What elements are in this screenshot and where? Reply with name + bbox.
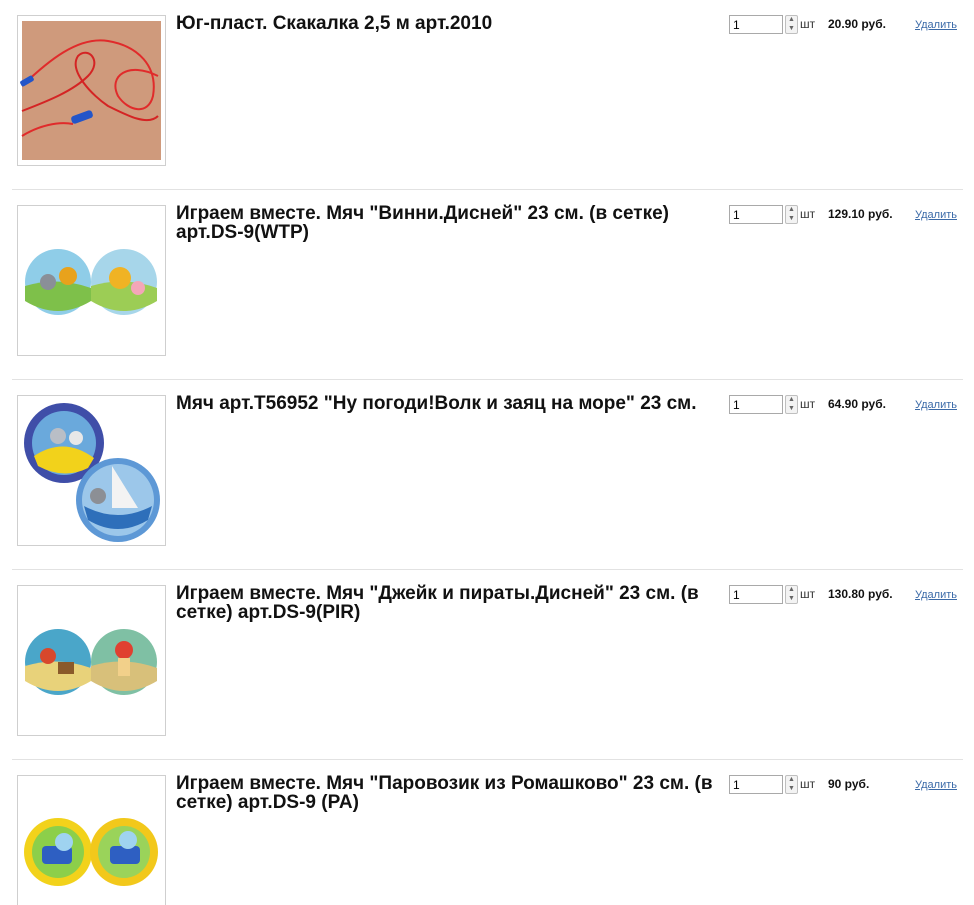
cart-item-row: Мяч арт.Т56952 "Ну погоди!Волк и заяц на… [12,380,963,570]
product-title[interactable]: Играем вместе. Мяч "Джейк и пираты.Дисне… [176,584,721,622]
quantity-input[interactable] [729,775,783,794]
product-image[interactable] [17,395,166,546]
quantity-input[interactable] [729,585,783,604]
unit-label: шт [800,777,816,791]
item-price: 64.90 руб. [828,397,886,411]
stepper-up-icon[interactable]: ▲ [786,776,797,784]
remove-link[interactable]: Удалить [915,589,957,601]
remove-link[interactable]: Удалить [915,399,957,411]
remove-link[interactable]: Удалить [915,209,957,221]
remove-link[interactable]: Удалить [915,19,957,31]
item-price: 20.90 руб. [828,17,886,31]
quantity-stepper[interactable]: ▲ ▼ [785,775,798,794]
stepper-down-icon[interactable]: ▼ [786,785,797,793]
product-image[interactable] [17,585,166,736]
unit-label: шт [800,397,816,411]
quantity-input[interactable] [729,205,783,224]
stepper-down-icon[interactable]: ▼ [786,595,797,603]
stepper-up-icon[interactable]: ▲ [786,586,797,594]
quantity-stepper[interactable]: ▲ ▼ [785,395,798,414]
unit-label: шт [800,207,816,221]
cart-item-row: Юг-пласт. Скакалка 2,5 м арт.2010 ▲ ▼ шт… [12,0,963,190]
remove-link[interactable]: Удалить [915,779,957,791]
stepper-down-icon[interactable]: ▼ [786,25,797,33]
cart-item-row: Играем вместе. Мяч "Паровозик из Ромашко… [12,760,963,905]
unit-label: шт [800,587,816,601]
stepper-up-icon[interactable]: ▲ [786,396,797,404]
quantity-stepper[interactable]: ▲ ▼ [785,205,798,224]
stepper-up-icon[interactable]: ▲ [786,16,797,24]
unit-label: шт [800,17,816,31]
quantity-input[interactable] [729,15,783,34]
cart-item-row: Играем вместе. Мяч "Джейк и пираты.Дисне… [12,570,963,760]
quantity-stepper[interactable]: ▲ ▼ [785,15,798,34]
stepper-up-icon[interactable]: ▲ [786,206,797,214]
product-image[interactable] [17,775,166,905]
quantity-stepper[interactable]: ▲ ▼ [785,585,798,604]
product-title[interactable]: Мяч арт.Т56952 "Ну погоди!Волк и заяц на… [176,394,721,413]
product-title[interactable]: Юг-пласт. Скакалка 2,5 м арт.2010 [176,14,721,33]
product-image[interactable] [17,15,166,166]
stepper-down-icon[interactable]: ▼ [786,215,797,223]
item-price: 130.80 руб. [828,587,893,601]
product-title[interactable]: Играем вместе. Мяч "Паровозик из Ромашко… [176,774,721,812]
product-title[interactable]: Играем вместе. Мяч "Винни.Дисней" 23 см.… [176,204,721,242]
item-price: 129.10 руб. [828,207,893,221]
quantity-input[interactable] [729,395,783,414]
product-image[interactable] [17,205,166,356]
stepper-down-icon[interactable]: ▼ [786,405,797,413]
item-price: 90 руб. [828,777,870,791]
cart-item-row: Играем вместе. Мяч "Винни.Дисней" 23 см.… [12,190,963,380]
